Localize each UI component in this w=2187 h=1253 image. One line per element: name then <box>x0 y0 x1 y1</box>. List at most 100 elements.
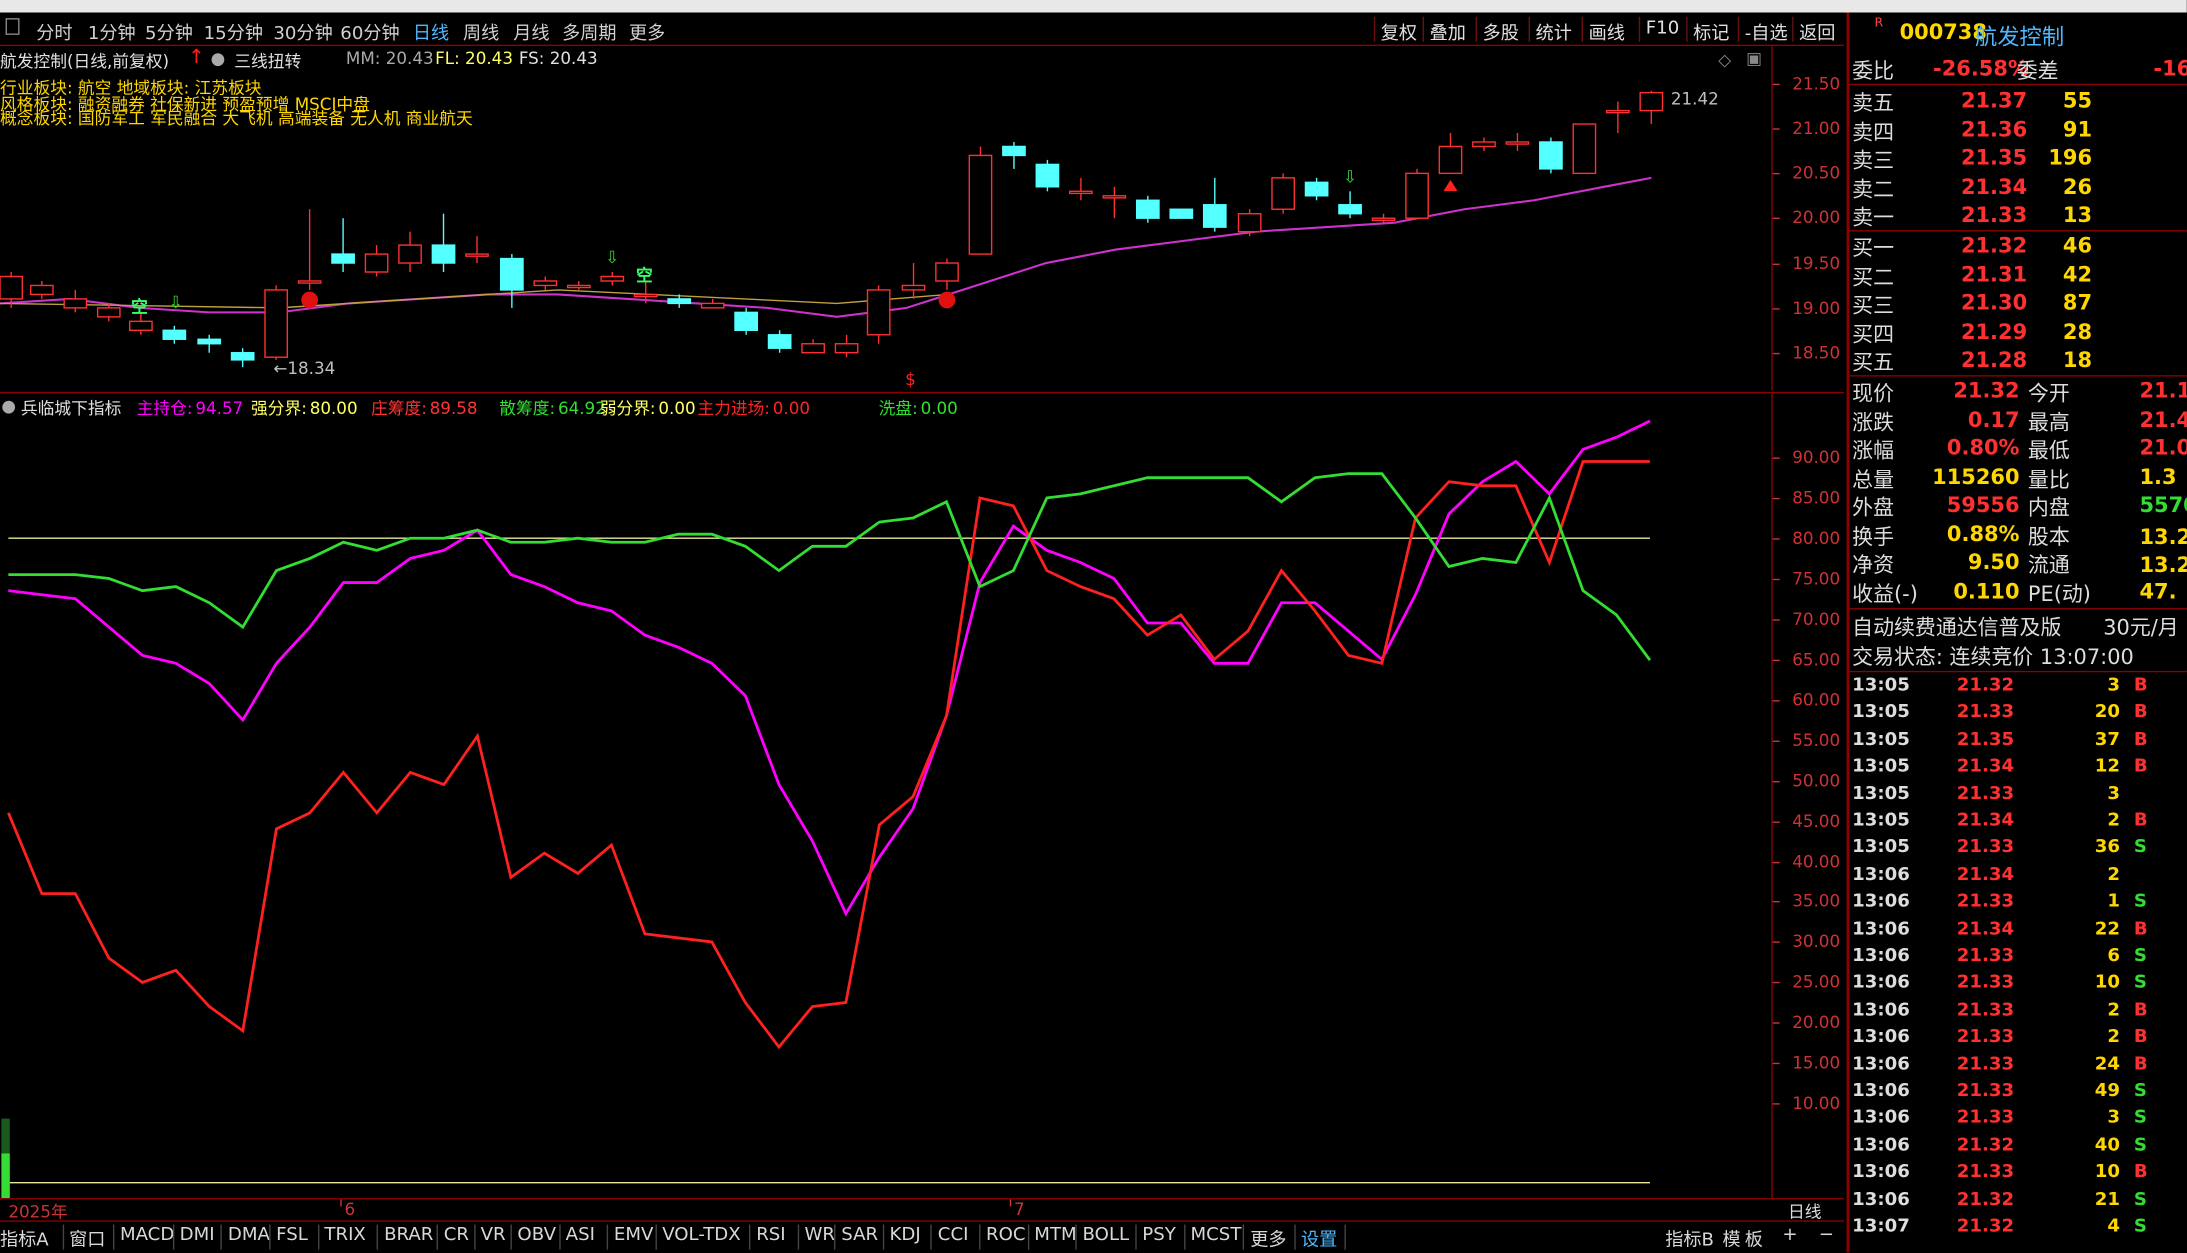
tick-row: 13:06 21.34 2 <box>1852 864 2187 890</box>
period-2[interactable]: 5分钟 <box>145 18 193 45</box>
volume-bar <box>1 1153 10 1199</box>
period-3[interactable]: 15分钟 <box>204 18 263 45</box>
indicator-tab-21[interactable]: BOLL <box>1083 1225 1130 1246</box>
period-4[interactable]: 30分钟 <box>273 18 332 45</box>
tick-volume: 2 <box>2107 810 2120 832</box>
indicator-tick: 50.00 <box>1792 770 1841 791</box>
indicator-tab-14[interactable]: RSI <box>756 1225 785 1246</box>
indicator-tab-25[interactable]: 设置 <box>1301 1225 1337 1251</box>
tick-volume: 36 <box>2094 837 2120 859</box>
max-price-label: 21.42 <box>1670 89 1719 109</box>
toolbar-button-6[interactable]: 标记 <box>1693 18 1729 45</box>
indicator-tab-2[interactable]: MACD <box>120 1225 174 1246</box>
toolbar-separator <box>1475 16 1477 42</box>
tick-row: 13:06 21.33 10 S <box>1852 973 2187 999</box>
indicator-tab-7[interactable]: BRAR <box>384 1225 433 1246</box>
indicator-tab-16[interactable]: SAR <box>841 1225 878 1246</box>
indicator-tab-1[interactable]: 窗口 <box>69 1225 105 1251</box>
period-6[interactable]: 日线 <box>413 18 449 45</box>
bid-price: 21.31 <box>1960 261 2028 287</box>
candle-body <box>734 311 759 331</box>
tick-row: 13:06 21.33 2 B <box>1852 1000 2187 1026</box>
period-10[interactable]: 更多 <box>629 18 665 45</box>
toolbar-button-4[interactable]: 画线 <box>1589 18 1625 45</box>
stat-value: 0.80% <box>1946 435 2020 461</box>
candle-body <box>29 284 54 296</box>
toolbar-button-3[interactable]: 统计 <box>1536 18 1572 45</box>
tab-separator <box>1293 1224 1296 1250</box>
period-9[interactable]: 多周期 <box>562 18 616 45</box>
toolbar-button-8[interactable]: 返回 <box>1799 18 1835 45</box>
indicator-tab-13[interactable]: VOL-TDX <box>662 1225 740 1246</box>
right-tab-2[interactable]: 板 <box>1745 1225 1763 1251</box>
period-8[interactable]: 月线 <box>513 18 549 45</box>
indicator-tick: 65.00 <box>1792 649 1841 670</box>
toolbar-button-5[interactable]: F10 <box>1646 18 1680 39</box>
candle-body <box>1371 217 1396 221</box>
tab-separator <box>655 1224 657 1250</box>
period-5[interactable]: 60分钟 <box>340 18 399 45</box>
weibi-row: 委比 -26.58%委差 -16 <box>1852 56 2187 84</box>
tick-row: 13:05 21.33 36 S <box>1852 837 2187 863</box>
period-1[interactable]: 1分钟 <box>88 18 136 45</box>
price-tick: 21.00 <box>1792 118 1841 139</box>
tick-volume: 10 <box>2094 972 2120 994</box>
home-icon[interactable] <box>5 18 20 35</box>
candle-body <box>834 343 859 354</box>
toolbar-button-7[interactable]: -自选 <box>1745 18 1788 45</box>
indicator-tab-10[interactable]: OBV <box>517 1225 556 1246</box>
quote-panel: R000738航发控制委比-26.58%委差-16卖五21.3755卖四21.3… <box>1846 12 2187 1253</box>
indicator-tab-5[interactable]: FSL <box>276 1225 308 1246</box>
indicator-tab-11[interactable]: ASI <box>566 1225 595 1246</box>
indicator-tab-9[interactable]: VR <box>481 1225 506 1246</box>
tick-time: 13:05 <box>1852 729 1910 751</box>
stat-value-2: 21.4 <box>2139 406 2187 432</box>
indicator-tab-0[interactable]: 指标A <box>0 1225 49 1251</box>
candle-body <box>1539 141 1563 170</box>
indicator-panel[interactable]: ● 兵临城下指标 主持仓: 94.57 强分界: 80.00 庄筹度: 89.58 散筹度:… <box>0 391 1844 1200</box>
indicator-tab-4[interactable]: DMA <box>228 1225 270 1246</box>
price-tick: 18.50 <box>1792 342 1841 363</box>
indicator-tab-12[interactable]: EMV <box>614 1225 654 1246</box>
tick-price: 21.34 <box>1956 918 2015 940</box>
indicator-tab-19[interactable]: ROC <box>986 1225 1026 1246</box>
bid-volume: 42 <box>2062 261 2093 287</box>
indicator-tab-18[interactable]: CCI <box>938 1225 969 1246</box>
tab-separator <box>1243 1224 1245 1250</box>
tick-price: 21.34 <box>1956 756 2015 778</box>
stat-value: 0.110 <box>1953 578 2020 604</box>
ask-price: 21.36 <box>1960 116 2028 142</box>
right-tab-4[interactable]: − <box>1819 1225 1834 1246</box>
tick-side: S <box>2133 1189 2147 1211</box>
ma-line <box>0 176 1652 318</box>
bid-label: 买一 <box>1852 235 1895 261</box>
right-tab-0[interactable]: 指标B <box>1665 1225 1714 1251</box>
indicator-tab-20[interactable]: MTM <box>1034 1225 1076 1246</box>
indicator-tick: 45.00 <box>1792 811 1841 831</box>
stat-row: 涨幅 0.80% 最低 21.0 <box>1852 435 2187 463</box>
candle-body <box>633 293 658 298</box>
period-7[interactable]: 周线 <box>463 18 499 45</box>
indicator-tab-8[interactable]: CR <box>444 1225 469 1246</box>
period-0[interactable]: 分时 <box>36 18 72 45</box>
right-tab-1[interactable]: 模 <box>1722 1225 1740 1251</box>
indicator-tab-15[interactable]: WR <box>804 1225 835 1246</box>
indicator-tick: 20.00 <box>1792 1012 1841 1033</box>
indicator-tick-mark <box>1772 982 1780 984</box>
ask-row: 卖三 21.35 196 <box>1852 145 2187 173</box>
indicator-tab-23[interactable]: MCST <box>1191 1225 1242 1246</box>
indicator-tab-24[interactable]: 更多 <box>1250 1225 1286 1251</box>
price-chart-panel[interactable]: 航发控制(日线,前复权) ↑ ● 三线扭转 MM: 20.43 FL: 20.4… <box>0 46 1844 391</box>
indicator-tab-17[interactable]: KDJ <box>890 1225 921 1246</box>
toolbar-button-1[interactable]: 叠加 <box>1430 18 1466 45</box>
indicator-tab-6[interactable]: TRIX <box>324 1225 365 1246</box>
toolbar-separator <box>1638 16 1641 42</box>
indicator-tab-22[interactable]: PSY <box>1142 1225 1176 1246</box>
indicator-tab-3[interactable]: DMI <box>180 1225 215 1246</box>
buy-signal-icon <box>938 291 956 309</box>
toolbar-button-0[interactable]: 复权 <box>1381 18 1417 45</box>
right-tab-3[interactable]: + <box>1782 1225 1797 1246</box>
toolbar-button-2[interactable]: 多股 <box>1483 18 1519 45</box>
tick-side: B <box>2133 675 2148 696</box>
indicator-tick: 30.00 <box>1792 932 1841 952</box>
